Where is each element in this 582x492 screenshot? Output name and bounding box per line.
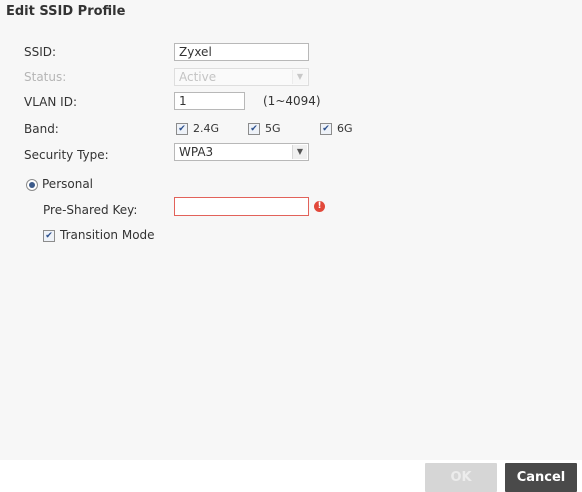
dialog-footer: OK Cancel: [0, 460, 582, 492]
pre-shared-key-input[interactable]: [174, 197, 309, 216]
dialog-title-bar: Edit SSID Profile: [0, 0, 582, 24]
vlan-id-input[interactable]: [174, 92, 245, 110]
status-value: Active: [179, 70, 217, 84]
pre-shared-key-label: Pre-Shared Key:: [43, 203, 138, 217]
band-2-4g-label: 2.4G: [193, 122, 220, 135]
transition-mode-label: Transition Mode: [60, 228, 155, 242]
band-label: Band:: [24, 122, 59, 136]
check-icon: ✔: [45, 231, 53, 241]
band-2-4g-checkbox[interactable]: ✔: [176, 123, 188, 135]
personal-radio[interactable]: [26, 179, 38, 191]
transition-mode-checkbox[interactable]: ✔: [43, 230, 55, 242]
chevron-down-icon: ▼: [292, 70, 307, 84]
security-type-select[interactable]: WPA3 ▼: [174, 143, 309, 161]
status-label: Status:: [24, 70, 67, 84]
band-6g-checkbox[interactable]: ✔: [320, 123, 332, 135]
check-icon: ✔: [322, 124, 330, 134]
status-select[interactable]: Active ▼: [174, 68, 309, 86]
cancel-button[interactable]: Cancel: [505, 463, 577, 492]
security-type-label: Security Type:: [24, 148, 109, 162]
band-6g-label: 6G: [337, 122, 353, 135]
ssid-input[interactable]: [174, 43, 309, 61]
band-5g-label: 5G: [265, 122, 281, 135]
exclamation-icon: !: [314, 201, 325, 212]
form-area: SSID: Status: Active ▼ VLAN ID: (1~4094)…: [0, 24, 582, 460]
ok-button[interactable]: OK: [425, 463, 497, 492]
vlan-id-label: VLAN ID:: [24, 95, 77, 109]
dialog-title: Edit SSID Profile: [6, 4, 126, 19]
personal-label: Personal: [42, 177, 94, 191]
security-type-value: WPA3: [179, 145, 214, 159]
check-icon: ✔: [178, 124, 186, 134]
radio-selected-dot: [29, 182, 35, 188]
check-icon: ✔: [250, 124, 258, 134]
band-5g-checkbox[interactable]: ✔: [248, 123, 260, 135]
edit-ssid-profile-dialog: Edit SSID Profile SSID: Status: Active ▼…: [0, 0, 582, 492]
chevron-down-icon: ▼: [292, 145, 307, 159]
vlan-range-hint: (1~4094): [263, 94, 321, 108]
ssid-label: SSID:: [24, 45, 57, 59]
